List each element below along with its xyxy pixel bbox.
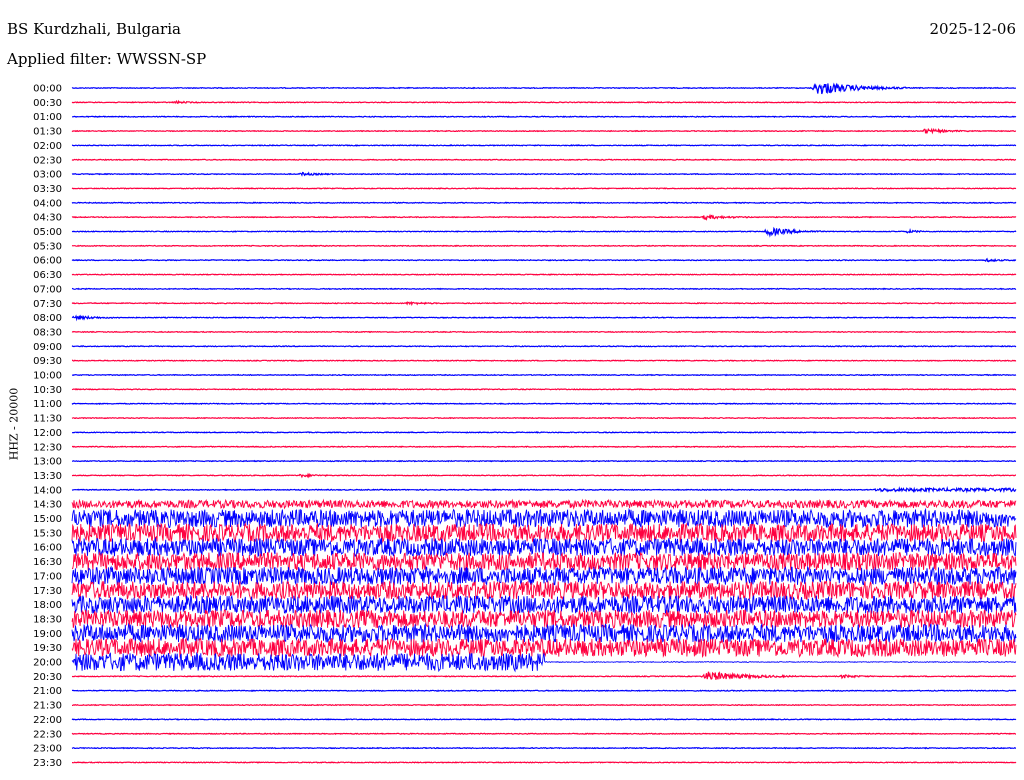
row-label: 02:00 [33, 141, 62, 152]
row-label: 05:30 [33, 241, 62, 252]
trace-0700 [71, 287, 1017, 291]
trace-2000 [71, 651, 1017, 673]
row-label: 17:30 [33, 586, 62, 597]
row-label: 11:00 [33, 399, 62, 410]
row-label: 09:30 [33, 356, 62, 367]
row-label: 05:00 [33, 227, 62, 238]
trace-1330 [71, 472, 1016, 479]
trace-2330 [72, 761, 1017, 764]
trace-1600 [71, 536, 1017, 558]
trace-1400 [71, 486, 1017, 494]
row-label: 17:00 [33, 571, 62, 582]
row-label: 19:30 [33, 643, 62, 654]
trace-0200 [71, 144, 1017, 147]
row-label: 08:30 [33, 327, 62, 338]
trace-0800 [71, 314, 1016, 322]
trace-2300 [71, 746, 1016, 750]
row-label: 08:00 [33, 313, 62, 324]
trace-1700 [71, 565, 1017, 587]
trace-1300 [72, 459, 1017, 463]
row-label: 14:30 [33, 500, 62, 511]
row-label: 14:00 [33, 485, 62, 496]
trace-0430 [71, 213, 1017, 221]
trace-0230 [71, 158, 1017, 161]
trace-2200 [71, 718, 1017, 721]
row-label: 11:30 [33, 414, 62, 425]
row-labels: 00:00 00:30 01:00 01:30 02:00 02:30 03:00 03:30… [33, 84, 62, 769]
trace-0130 [71, 127, 1017, 135]
trace-0830 [71, 330, 1017, 334]
row-label: 09:00 [33, 342, 62, 353]
row-label: 15:00 [33, 514, 62, 525]
row-label: 21:30 [33, 701, 62, 712]
row-label: 12:00 [33, 428, 62, 439]
row-label: 23:00 [33, 744, 62, 755]
trace-2030 [71, 671, 1017, 681]
row-label: 07:00 [33, 284, 62, 295]
row-label: 12:30 [33, 442, 62, 453]
trace-1000 [71, 373, 1017, 377]
row-label: 16:00 [33, 543, 62, 554]
trace-1130 [71, 416, 1017, 420]
row-label: 01:00 [33, 112, 62, 123]
row-label: 10:00 [33, 371, 62, 382]
row-label: 21:00 [33, 686, 62, 697]
row-label: 15:30 [33, 528, 62, 539]
row-label: 16:30 [33, 557, 62, 568]
trace-0100 [72, 115, 1017, 119]
trace-1900 [71, 622, 1017, 644]
row-label: 13:00 [33, 457, 62, 468]
row-label: 04:30 [33, 213, 62, 224]
row-label: 10:30 [33, 385, 62, 396]
row-label: 18:30 [33, 614, 62, 625]
trace-0730 [71, 301, 1017, 307]
row-label: 22:30 [33, 729, 62, 740]
trace-0930 [71, 359, 1017, 362]
trace-1830 [71, 609, 1017, 629]
trace-1430 [71, 498, 1017, 510]
row-label: 20:30 [33, 672, 62, 683]
row-label: 23:30 [33, 758, 62, 769]
trace-2100 [71, 689, 1017, 692]
row-label: 00:30 [33, 98, 62, 109]
row-label: 01:30 [33, 127, 62, 138]
row-label: 20:00 [33, 658, 62, 669]
trace-1030 [71, 388, 1017, 391]
trace-0900 [71, 344, 1017, 348]
row-label: 02:30 [33, 155, 62, 166]
trace-1630 [71, 551, 1017, 572]
row-label: 19:00 [33, 629, 62, 640]
traces [71, 82, 1017, 764]
row-label: 06:30 [33, 270, 62, 281]
trace-1100 [71, 402, 1017, 406]
trace-0500 [71, 226, 1017, 238]
row-label: 03:00 [33, 170, 62, 181]
row-label: 03:30 [33, 184, 62, 195]
trace-0300 [71, 171, 1017, 177]
trace-0530 [71, 244, 1017, 248]
trace-1230 [72, 445, 1017, 448]
trace-0630 [71, 273, 1017, 276]
trace-2230 [71, 732, 1016, 735]
row-label: 07:30 [33, 299, 62, 310]
trace-2130 [72, 703, 1017, 707]
row-label: 00:00 [33, 84, 62, 95]
trace-0600 [71, 257, 1017, 263]
trace-0030 [71, 99, 1017, 105]
row-label: 13:30 [33, 471, 62, 482]
trace-1500 [71, 507, 1017, 529]
seismogram-plot: 00:00 00:30 01:00 01:30 02:00 02:30 03:00 03:30… [33, 82, 1017, 769]
trace-0400 [71, 201, 1017, 205]
trace-1200 [72, 431, 1017, 434]
row-label: 22:00 [33, 715, 62, 726]
row-label: 18:00 [33, 600, 62, 611]
row-label: 04:00 [33, 198, 62, 209]
trace-0000 [71, 82, 1016, 95]
row-label: 06:00 [33, 256, 62, 267]
trace-0330 [71, 187, 1017, 190]
